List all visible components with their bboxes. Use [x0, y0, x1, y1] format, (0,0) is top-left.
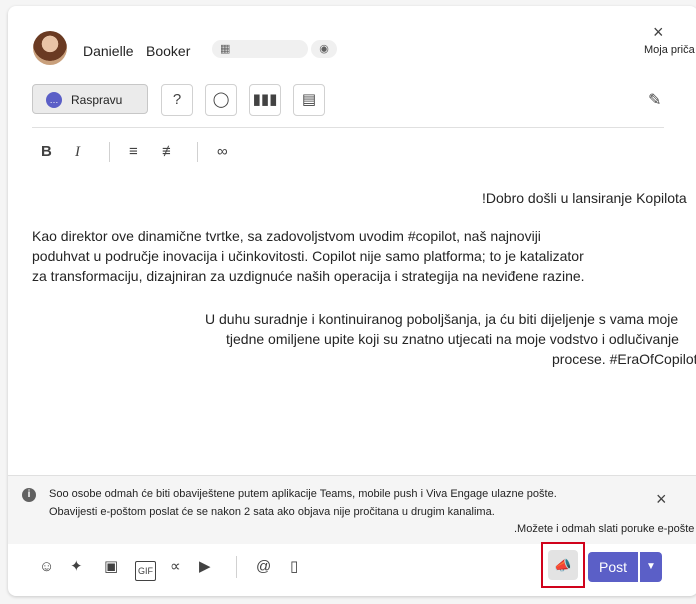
- notice-line-3: .Možete i odmah slati poruke e-pošte: [514, 523, 695, 535]
- copilot-sparkle-icon[interactable]: ✦: [70, 559, 83, 575]
- paragraph-line: U duhu suradnje i kontinuiranog poboljša…: [205, 311, 679, 327]
- question-icon: ?: [172, 91, 182, 108]
- divider: [197, 142, 198, 162]
- discussion-icon: …: [46, 92, 62, 108]
- mention-icon[interactable]: @: [256, 559, 271, 575]
- dismiss-notice-icon[interactable]: ×: [656, 490, 667, 508]
- author-first-name: Danielle: [83, 43, 134, 59]
- question-button[interactable]: ?: [161, 84, 193, 116]
- image-icon[interactable]: ▣: [104, 559, 118, 575]
- author-last-name: Booker: [146, 43, 191, 59]
- edit-style-icon[interactable]: ✎: [648, 90, 661, 110]
- numbered-list-icon[interactable]: ≢: [162, 144, 177, 160]
- article-icon: ▤: [301, 91, 317, 108]
- divider: [236, 556, 237, 578]
- gif-icon[interactable]: GIF: [135, 561, 156, 581]
- divider: [32, 127, 664, 128]
- attach-icon[interactable]: ∝: [170, 559, 181, 575]
- close-icon[interactable]: ×: [653, 23, 664, 41]
- notice-line-1: Soo osobe odmah će biti obavije­štene pu…: [49, 488, 557, 500]
- italic-icon[interactable]: I: [75, 144, 80, 160]
- paragraph-line: poduhvat u područje inovacija i učinkovi…: [32, 248, 584, 264]
- praise-icon: ◯: [212, 91, 230, 108]
- chevron-down-icon: ▼: [646, 561, 656, 572]
- visibility-icon[interactable]: ◉: [311, 40, 337, 58]
- paragraph-line: Kao direktor ove dinamične tvrtke, sa za…: [32, 228, 541, 244]
- emoji-icon[interactable]: ☺: [39, 559, 54, 575]
- praise-button[interactable]: ◯: [205, 84, 237, 116]
- article-button[interactable]: ▤: [293, 84, 325, 116]
- post-type-discussion-button[interactable]: … Raspravu: [32, 84, 148, 114]
- post-options-button[interactable]: ▼: [640, 552, 662, 582]
- audience-selector[interactable]: ▦: [212, 40, 308, 58]
- poll-button[interactable]: ▮▮▮: [249, 84, 281, 116]
- paragraph-line: tjedne omiljene upite koji su znatno utj…: [226, 331, 679, 347]
- divider: [109, 142, 110, 162]
- paragraph-line: !Dobro došli u lansiranje Kopilota: [482, 190, 687, 206]
- notification-notice: i Soo osobe odmah će biti obavije­štene …: [8, 475, 696, 544]
- paragraph-line: procese. #EraOfCopilot: [552, 351, 696, 367]
- announcement-highlight: 📣: [541, 542, 585, 588]
- post-button[interactable]: Post: [588, 552, 638, 582]
- avatar: [33, 31, 67, 65]
- post-editor[interactable]: !Dobro došli u lansiranje Kopilota Kao d…: [32, 186, 696, 466]
- my-story-label[interactable]: Moja priča: [644, 44, 695, 56]
- post-type-label: Raspravu: [71, 93, 123, 107]
- compose-dialog: Danielle Booker ▦ ◉ × Moja priča … Raspr…: [8, 6, 696, 596]
- poll-icon: ▮▮▮: [252, 91, 278, 108]
- info-icon: i: [22, 488, 36, 502]
- announcement-button[interactable]: 📣: [548, 550, 578, 580]
- bullet-list-icon[interactable]: ≡: [129, 144, 138, 160]
- topic-icon[interactable]: ▯: [290, 559, 298, 575]
- paragraph-line: za transformaciju, dizajniran za uzdignu…: [32, 268, 585, 284]
- link-icon[interactable]: ∞: [217, 144, 228, 160]
- group-icon: ▦: [220, 43, 231, 55]
- bold-icon[interactable]: B: [41, 144, 52, 160]
- video-icon[interactable]: ▶: [199, 559, 211, 575]
- notice-line-2: Obavijesti e-poštom poslat će se nakon 2…: [49, 506, 495, 518]
- megaphone-icon: 📣: [554, 557, 572, 573]
